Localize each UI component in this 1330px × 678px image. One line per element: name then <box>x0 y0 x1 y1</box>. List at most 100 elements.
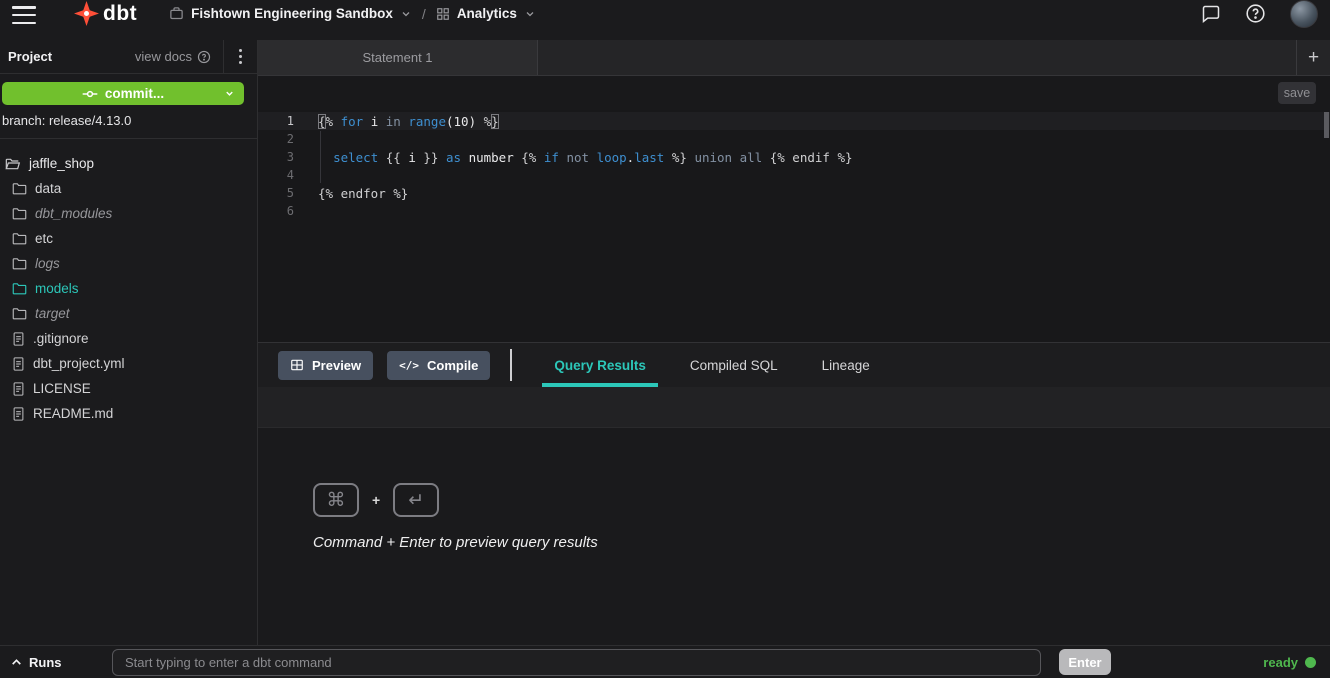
editor-pane: Statement 1 + save 1{% for i in range(10… <box>258 40 1330 645</box>
enter-button[interactable]: Enter <box>1059 649 1111 675</box>
git-commit-icon <box>82 88 98 100</box>
user-avatar[interactable] <box>1290 0 1318 28</box>
dbt-command-input[interactable] <box>112 649 1041 676</box>
tree-item-label: dbt_modules <box>35 206 112 221</box>
tree-item-jaffle-shop[interactable]: jaffle_shop <box>0 151 257 176</box>
tree-item-readme-md[interactable]: README.md <box>0 401 257 426</box>
code-icon: </> <box>399 359 419 372</box>
view-docs-label: view docs <box>135 49 192 64</box>
code-line-6[interactable]: 6 <box>258 202 1330 220</box>
tab-lineage[interactable]: Lineage <box>822 343 870 387</box>
status-indicator: ready <box>1263 655 1320 670</box>
tab-compiled-sql[interactable]: Compiled SQL <box>690 343 778 387</box>
dbt-cloud-ide: dbt Fishtown Engineering Sandbox / Analy… <box>0 0 1330 678</box>
code-line-3[interactable]: 3 select {{ i }} as number {% if not loo… <box>258 148 1330 166</box>
tree-item-models[interactable]: models <box>0 276 257 301</box>
sidebar-menu-icon[interactable] <box>224 40 257 73</box>
plus-sign: + <box>372 492 380 508</box>
code-lines: 1{% for i in range(10) %}23 select {{ i … <box>258 112 1330 220</box>
account-selector[interactable]: Fishtown Engineering Sandbox <box>169 6 412 21</box>
top-nav-bar: dbt Fishtown Engineering Sandbox / Analy… <box>0 0 1330 40</box>
line-number: 2 <box>258 132 302 146</box>
editor-toolbar: save <box>258 76 1330 110</box>
git-section: commit... branch: release/4.13.0 <box>0 74 257 139</box>
tree-item-label: jaffle_shop <box>29 156 94 171</box>
folder-icon <box>12 207 27 220</box>
tree-item-dbt-project-yml[interactable]: dbt_project.yml <box>0 351 257 376</box>
code-line-1[interactable]: 1{% for i in range(10) %} <box>258 112 1330 130</box>
code-line-5[interactable]: 5{% endfor %} <box>258 184 1330 202</box>
file-tree: jaffle_shopdata dbt_modulesetc logs modelst… <box>0 139 257 645</box>
folder-open-icon <box>5 157 21 171</box>
file-icon <box>12 332 25 346</box>
code-line-2[interactable]: 2 <box>258 130 1330 148</box>
editor-tab-label: Statement 1 <box>362 50 432 65</box>
tab-label: Query Results <box>554 358 646 373</box>
dbt-logo: dbt <box>74 1 137 26</box>
chevron-up-icon <box>10 656 23 669</box>
code-text: {% for i in range(10) %} <box>302 114 499 129</box>
compile-button[interactable]: </> Compile <box>387 351 490 380</box>
tab-query-results[interactable]: Query Results <box>554 343 646 387</box>
tab-label: Compiled SQL <box>690 358 778 373</box>
preview-button[interactable]: Preview <box>278 351 373 380</box>
status-label: ready <box>1263 655 1298 670</box>
line-number: 4 <box>258 168 302 182</box>
new-tab-button[interactable]: + <box>1296 40 1330 75</box>
editor-tab-statement-1[interactable]: Statement 1 <box>258 40 538 75</box>
tree-item-dbt-modules[interactable]: dbt_modules <box>0 201 257 226</box>
sidebar-title: Project <box>8 49 52 64</box>
status-dot-icon <box>1305 657 1316 668</box>
tree-item-label: .gitignore <box>33 331 89 346</box>
folder-icon <box>12 257 27 270</box>
project-selector[interactable]: Analytics <box>436 6 536 21</box>
line-number: 1 <box>258 114 302 128</box>
toolbar-divider <box>510 349 512 381</box>
folder-icon <box>12 282 27 295</box>
editor-scrollbar[interactable] <box>1324 112 1329 138</box>
tab-bar-spacer <box>538 40 1296 75</box>
enter-key-icon: ↵ <box>393 483 439 517</box>
chat-icon[interactable] <box>1201 4 1221 24</box>
chevron-down-icon <box>400 8 412 20</box>
results-toolbar: Preview </> Compile Query Results Compil… <box>258 342 1330 387</box>
tree-item--gitignore[interactable]: .gitignore <box>0 326 257 351</box>
folder-icon <box>12 307 27 320</box>
results-tabs: Query Results Compiled SQL Lineage <box>532 343 891 387</box>
line-number: 3 <box>258 150 302 164</box>
runs-label: Runs <box>29 655 62 670</box>
chevron-down-icon <box>524 8 536 20</box>
tree-item-license[interactable]: LICENSE <box>0 376 257 401</box>
keyboard-hint: ⌘ + ↵ <box>313 483 1330 517</box>
tab-label: Lineage <box>822 358 870 373</box>
view-docs-link[interactable]: view docs <box>135 49 211 64</box>
compile-button-label: Compile <box>427 358 478 373</box>
help-icon[interactable] <box>1245 3 1266 24</box>
dbt-logo-text: dbt <box>103 2 137 26</box>
commit-button[interactable]: commit... <box>2 82 244 105</box>
tree-item-etc[interactable]: etc <box>0 226 257 251</box>
breadcrumb-separator: / <box>422 6 426 22</box>
hamburger-menu-icon[interactable] <box>12 6 36 24</box>
tree-item-data[interactable]: data <box>0 176 257 201</box>
account-name: Fishtown Engineering Sandbox <box>191 6 393 21</box>
preview-button-label: Preview <box>312 358 361 373</box>
hint-text: Command + Enter to preview query results <box>313 534 1330 551</box>
file-icon <box>12 357 25 371</box>
tree-item-label: logs <box>35 256 60 271</box>
tree-item-label: README.md <box>33 406 113 421</box>
briefcase-icon <box>169 6 184 21</box>
project-name: Analytics <box>457 6 517 21</box>
tree-item-target[interactable]: target <box>0 301 257 326</box>
dbt-logo-icon <box>74 1 99 26</box>
runs-toggle[interactable]: Runs <box>10 655 112 670</box>
grid-icon <box>436 7 450 21</box>
save-button[interactable]: save <box>1278 82 1316 104</box>
line-number: 6 <box>258 204 302 218</box>
tree-item-label: LICENSE <box>33 381 91 396</box>
help-circle-icon <box>197 50 211 64</box>
code-editor[interactable]: 1{% for i in range(10) %}23 select {{ i … <box>258 110 1330 342</box>
tree-item-logs[interactable]: logs <box>0 251 257 276</box>
code-line-4[interactable]: 4 <box>258 166 1330 184</box>
command-bar: Runs Enter ready <box>0 645 1330 678</box>
